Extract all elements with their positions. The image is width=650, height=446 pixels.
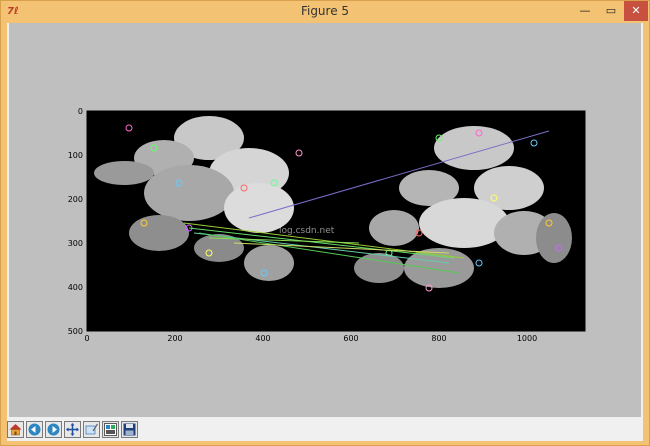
home-button[interactable]: [7, 421, 24, 438]
zoom-button[interactable]: [83, 421, 100, 438]
y-tick-500: 500: [68, 327, 83, 336]
home-icon: [9, 424, 22, 436]
x-tick-800: 800: [431, 334, 446, 343]
minimize-button[interactable]: —: [573, 1, 597, 21]
figure-canvas[interactable]: log.csdn.net 0 200 400 600 800 1000 0 10…: [9, 23, 641, 417]
forward-arrow-icon: [47, 423, 60, 436]
maximize-button[interactable]: ▭: [599, 1, 623, 21]
subplots-button[interactable]: [102, 421, 119, 438]
navigation-toolbar: [7, 419, 643, 441]
x-tick-0: 0: [84, 334, 89, 343]
client-area: log.csdn.net 0 200 400 600 800 1000 0 10…: [7, 23, 643, 441]
y-tick-300: 300: [68, 239, 83, 248]
y-tick-100: 100: [68, 151, 83, 160]
y-tick-400: 400: [68, 283, 83, 292]
title-bar[interactable]: 7ℓ Figure 5 — ▭ ✕: [1, 1, 649, 23]
watermark-text: log.csdn.net: [279, 226, 335, 236]
plot-svg: log.csdn.net 0 200 400 600 800 1000 0 10…: [68, 107, 586, 343]
subplots-icon: [104, 423, 117, 436]
forward-button[interactable]: [45, 421, 62, 438]
window-title: Figure 5: [300, 4, 350, 18]
pan-button[interactable]: [64, 421, 81, 438]
save-disk-icon: [123, 423, 136, 436]
y-tick-0: 0: [78, 107, 83, 116]
zoom-rect-icon: [85, 423, 99, 435]
save-button[interactable]: [121, 421, 138, 438]
back-arrow-icon: [28, 423, 41, 436]
back-button[interactable]: [26, 421, 43, 438]
x-tick-200: 200: [167, 334, 182, 343]
x-tick-1000: 1000: [517, 334, 537, 343]
x-tick-400: 400: [255, 334, 270, 343]
figure-window: 7ℓ Figure 5 — ▭ ✕ log.csdn.net 0 200 400…: [0, 0, 650, 446]
x-tick-600: 600: [343, 334, 358, 343]
pan-cross-icon: [66, 423, 79, 436]
close-button[interactable]: ✕: [624, 1, 648, 21]
y-tick-200: 200: [68, 195, 83, 204]
